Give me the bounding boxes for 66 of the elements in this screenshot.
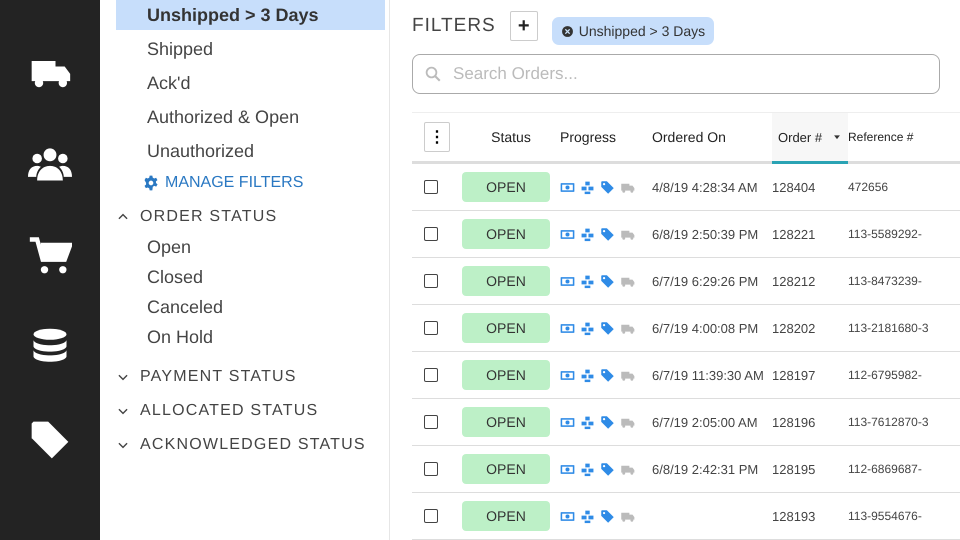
table-cell: 6/8/19 2:42:31 PM [652,462,758,476]
table-cell: 128212 [772,274,816,288]
row-checkbox[interactable] [424,462,438,476]
column-header[interactable]: Ordered On [652,113,772,161]
section-header[interactable]: PAYMENT STATUS [116,368,379,386]
table-cell: 112-6869687- [848,462,922,476]
filters-label: FILTERS [412,15,496,37]
saved-filter-item[interactable]: Shipped [116,34,385,64]
status-filter-item[interactable]: Closed [147,262,379,292]
manage-filters-link[interactable]: MANAGE FILTERS [143,174,379,192]
section-header[interactable]: ACKNOWLEDGED STATUS [116,436,379,454]
table-cell: 128202 [772,320,816,336]
status-badge: OPEN [462,266,550,296]
row-checkbox[interactable] [424,509,438,523]
saved-filter-item[interactable]: Unauthorized [116,136,385,166]
column-header[interactable]: Reference # [848,113,960,161]
table-cell: 6/7/19 6:29:26 PM [652,274,758,288]
saved-filter-item[interactable]: Unshipped > 3 Days [116,0,385,30]
status-badge: OPEN [462,313,550,343]
search-icon [424,65,442,83]
table-cell: 6/8/19 2:50:39 PM [652,226,758,242]
table-cell: 128197 [772,368,816,382]
add-filter-button[interactable]: + [510,11,538,41]
status-badge: OPEN [462,407,550,437]
table-cell: 128193 [772,508,816,524]
filter-chip[interactable]: Unshipped > 3 Days [552,17,714,45]
table-cell: 6/7/19 4:00:08 PM [652,320,758,336]
table-cell: 128195 [772,462,816,476]
row-checkbox[interactable] [424,321,438,335]
status-badge: OPEN [462,172,550,202]
status-badge: OPEN [462,501,550,531]
row-checkbox[interactable] [424,415,438,429]
column-header[interactable]: Status [456,113,560,161]
table-cell: 4/8/19 4:28:34 AM [652,180,758,194]
status-badge: OPEN [462,219,550,249]
close-icon[interactable] [560,24,574,38]
table-cell: 112-6795982- [848,368,922,382]
table-cell: 128221 [772,226,816,242]
saved-filter-item[interactable]: Ack'd [116,68,385,98]
table-cell: 113-8473239- [848,274,922,288]
status-filter-item[interactable]: Open [147,232,379,262]
table-cell: 113-9554676- [848,509,922,523]
gear-icon [143,175,159,191]
status-filter-item[interactable]: Canceled [147,292,379,322]
table-cell: 128404 [772,180,816,194]
table-cell: 113-5589292- [848,227,922,241]
saved-filter-item[interactable]: Authorized & Open [116,102,385,132]
column-header[interactable]: Progress [560,113,652,161]
column-menu-button[interactable]: ⋮ [424,122,450,152]
status-badge: OPEN [462,360,550,390]
table-cell: 6/7/19 2:05:00 AM [652,414,758,430]
section-header[interactable]: ORDER STATUS [116,208,379,226]
row-checkbox[interactable] [424,180,438,194]
table-cell: 113-7612870-3 [848,415,929,429]
row-checkbox[interactable] [424,227,438,241]
column-header[interactable]: Order # [772,113,848,164]
status-badge: OPEN [462,454,550,484]
row-checkbox[interactable] [424,368,438,382]
section-header[interactable]: ALLOCATED STATUS [116,402,379,420]
status-filter-item[interactable]: On Hold [147,322,379,352]
table-cell: 128196 [772,414,816,430]
search-field[interactable]: Search Orders... [412,54,940,94]
row-checkbox[interactable] [424,274,438,288]
table-cell: 113-2181680-3 [848,321,929,335]
table-cell: 6/7/19 11:39:30 AM [652,368,764,382]
table-cell: 472656 [848,180,888,194]
